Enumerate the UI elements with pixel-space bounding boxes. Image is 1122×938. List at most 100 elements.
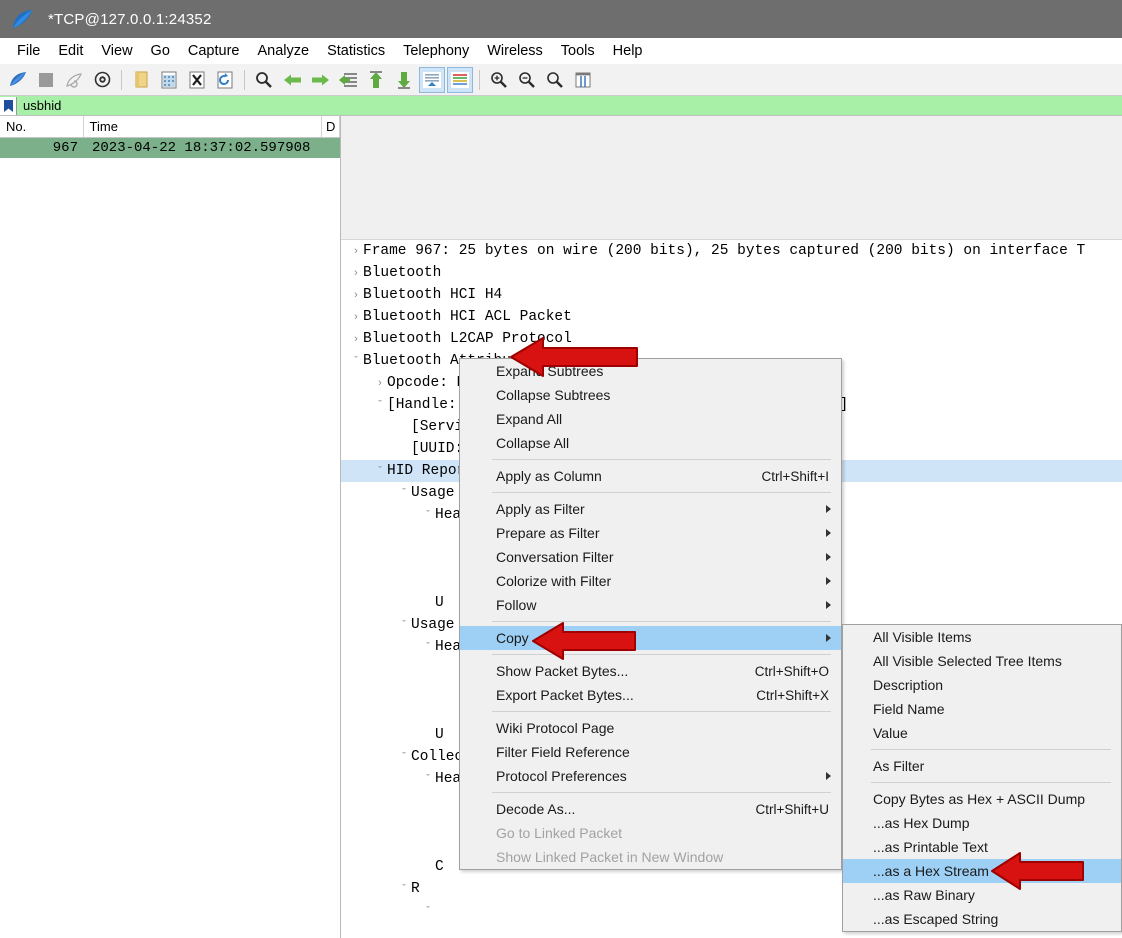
menu-item-collapse-subtrees[interactable]: Collapse Subtrees — [460, 383, 841, 407]
copy-item-as-printable-text[interactable]: ...as Printable Text — [843, 835, 1121, 859]
packet-detail-context-menu[interactable]: Expand Subtrees Collapse Subtrees Expand A… — [459, 358, 842, 870]
protocol-tree-row[interactable]: › Frame 967: 25 bytes on wire (200 bits),… — [341, 240, 1122, 262]
open-file-folder-icon[interactable] — [128, 67, 154, 93]
detail-top-shading — [341, 116, 1122, 240]
menu-item-wiki-protocol-page[interactable]: Wiki Protocol Page — [460, 716, 841, 740]
chevron-down-icon[interactable]: ˇ — [397, 883, 411, 895]
menu-item-show-linked-packet-in-new-window: Show Linked Packet in New Window — [460, 845, 841, 869]
menu-item-conversation-filter[interactable]: Conversation Filter — [460, 545, 841, 569]
go-back-arrow-icon[interactable] — [279, 67, 305, 93]
menu-item-label: ...as a Hex Stream — [873, 863, 989, 879]
copy-item-description[interactable]: Description — [843, 673, 1121, 697]
chevron-down-icon[interactable]: ˇ — [397, 487, 411, 499]
copy-item-as-a-hex-stream[interactable]: ...as a Hex Stream — [843, 859, 1121, 883]
copy-item-value[interactable]: Value — [843, 721, 1121, 745]
menu-item-show-packet-bytes[interactable]: Show Packet Bytes... Ctrl+Shift+O — [460, 659, 841, 683]
chevron-down-icon[interactable]: ˇ — [421, 905, 435, 917]
packet-no-cell: 967 — [52, 140, 78, 156]
menu-item-prepare-as-filter[interactable]: Prepare as Filter — [460, 521, 841, 545]
menu-item-label: Export Packet Bytes... — [496, 687, 634, 703]
menu-item-filter-field-reference[interactable]: Filter Field Reference — [460, 740, 841, 764]
column-header-destination[interactable]: D — [322, 116, 340, 137]
find-packet-magnifier-icon[interactable] — [251, 67, 277, 93]
zoom-in-icon[interactable] — [486, 67, 512, 93]
chevron-right-icon[interactable]: › — [349, 289, 363, 301]
chevron-down-icon[interactable]: ˇ — [373, 399, 387, 411]
filter-bookmark-icon[interactable] — [0, 96, 17, 115]
chevron-right-icon[interactable]: › — [349, 333, 363, 345]
copy-item-all-visible-selected-tree-items[interactable]: All Visible Selected Tree Items — [843, 649, 1121, 673]
protocol-tree-row[interactable]: › Bluetooth — [341, 262, 1122, 284]
protocol-tree-row[interactable]: › Bluetooth HCI ACL Packet — [341, 306, 1122, 328]
resize-columns-icon[interactable] — [570, 67, 596, 93]
column-header-time[interactable]: Time — [84, 116, 323, 137]
menu-item-decode-as[interactable]: Decode As... Ctrl+Shift+U — [460, 797, 841, 821]
chevron-right-icon[interactable]: › — [349, 245, 363, 257]
menu-item-expand-subtrees[interactable]: Expand Subtrees — [460, 359, 841, 383]
chevron-down-icon[interactable]: ˇ — [421, 509, 435, 521]
restart-capture-icon[interactable] — [61, 67, 87, 93]
packet-list-pane[interactable]: No. Time D 967 2023-04-22 18:37:02.59790… — [0, 116, 341, 938]
menu-analyze[interactable]: Analyze — [248, 41, 318, 61]
menu-statistics[interactable]: Statistics — [318, 41, 394, 61]
menu-item-apply-as-column[interactable]: Apply as Column Ctrl+Shift+I — [460, 464, 841, 488]
chevron-down-icon[interactable]: ˇ — [349, 355, 363, 367]
menu-item-copy[interactable]: Copy — [460, 626, 841, 650]
chevron-right-icon[interactable]: › — [349, 267, 363, 279]
chevron-right-icon[interactable]: › — [349, 311, 363, 323]
go-to-last-packet-icon[interactable] — [391, 67, 417, 93]
menu-item-colorize-with-filter[interactable]: Colorize with Filter — [460, 569, 841, 593]
copy-item-copy-bytes-as-hex-ascii-dump[interactable]: Copy Bytes as Hex + ASCII Dump — [843, 787, 1121, 811]
menu-tools[interactable]: Tools — [552, 41, 604, 61]
menu-item-expand-all[interactable]: Expand All — [460, 407, 841, 431]
auto-scroll-icon[interactable] — [419, 66, 445, 93]
display-filter-input[interactable] — [17, 95, 1122, 116]
capture-options-gear-icon[interactable] — [89, 67, 115, 93]
menu-view[interactable]: View — [92, 41, 141, 61]
stop-capture-icon[interactable] — [33, 67, 59, 93]
packet-list-header: No. Time D — [0, 116, 340, 138]
column-header-no[interactable]: No. — [0, 116, 84, 137]
copy-item-all-visible-items[interactable]: All Visible Items — [843, 625, 1121, 649]
start-capture-icon[interactable] — [5, 67, 31, 93]
reload-file-icon[interactable] — [212, 67, 238, 93]
colorize-packets-icon[interactable] — [447, 66, 473, 93]
chevron-down-icon[interactable]: ˇ — [421, 641, 435, 653]
copy-item-as-filter[interactable]: As Filter — [843, 754, 1121, 778]
menu-item-follow[interactable]: Follow — [460, 593, 841, 617]
save-file-icon[interactable] — [156, 67, 182, 93]
normal-size-icon[interactable] — [542, 67, 568, 93]
menu-capture[interactable]: Capture — [179, 41, 249, 61]
copy-item-field-name[interactable]: Field Name — [843, 697, 1121, 721]
copy-submenu[interactable]: All Visible Items All Visible Selected Tr… — [842, 624, 1122, 932]
close-file-icon[interactable] — [184, 67, 210, 93]
go-forward-arrow-icon[interactable] — [307, 67, 333, 93]
protocol-tree-row[interactable]: › Bluetooth L2CAP Protocol — [341, 328, 1122, 350]
menu-item-protocol-preferences[interactable]: Protocol Preferences — [460, 764, 841, 788]
menu-file[interactable]: File — [8, 41, 49, 61]
chevron-down-icon[interactable]: ˇ — [373, 465, 387, 477]
menu-item-export-packet-bytes[interactable]: Export Packet Bytes... Ctrl+Shift+X — [460, 683, 841, 707]
chevron-down-icon[interactable]: ˇ — [397, 619, 411, 631]
menu-item-apply-as-filter[interactable]: Apply as Filter — [460, 497, 841, 521]
table-row[interactable]: 967 2023-04-22 18:37:02.597908 — [0, 138, 340, 158]
menu-edit[interactable]: Edit — [49, 41, 92, 61]
copy-item-as-hex-dump[interactable]: ...as Hex Dump — [843, 811, 1121, 835]
go-to-packet-icon[interactable] — [335, 67, 361, 93]
protocol-tree-row[interactable]: › Bluetooth HCI H4 — [341, 284, 1122, 306]
copy-item-as-escaped-string[interactable]: ...as Escaped String — [843, 907, 1121, 931]
menu-item-label: Description — [873, 677, 944, 693]
menu-go[interactable]: Go — [142, 41, 179, 61]
chevron-right-icon[interactable]: › — [373, 377, 387, 389]
menu-wireless[interactable]: Wireless — [478, 41, 552, 61]
menu-bar: File Edit View Go Capture Analyze Statis… — [0, 38, 1122, 64]
menu-help[interactable]: Help — [604, 41, 652, 61]
copy-item-as-raw-binary[interactable]: ...as Raw Binary — [843, 883, 1121, 907]
go-to-first-packet-icon[interactable] — [363, 67, 389, 93]
chevron-down-icon[interactable]: ˇ — [397, 751, 411, 763]
chevron-down-icon[interactable]: ˇ — [421, 773, 435, 785]
title-bar: *TCP@127.0.0.1:24352 — [0, 0, 1122, 38]
menu-item-collapse-all[interactable]: Collapse All — [460, 431, 841, 455]
zoom-out-icon[interactable] — [514, 67, 540, 93]
menu-telephony[interactable]: Telephony — [394, 41, 478, 61]
